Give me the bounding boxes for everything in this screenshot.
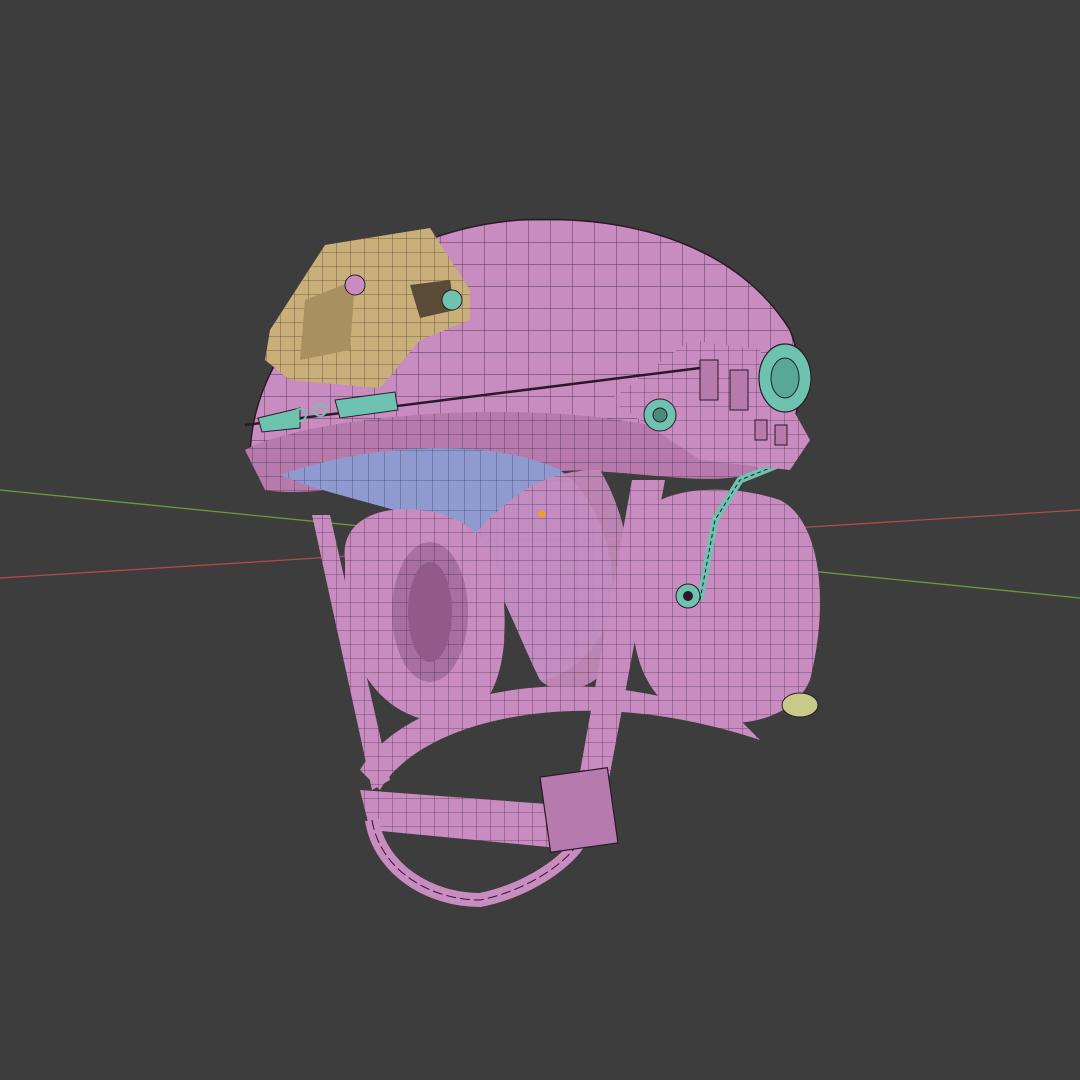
strap-buckle[interactable]: [539, 766, 619, 854]
viewport-canvas[interactable]: [0, 0, 1080, 1080]
3d-viewport[interactable]: [0, 0, 1080, 1080]
object-origin: [538, 510, 546, 518]
earcup-knob: [781, 692, 819, 718]
